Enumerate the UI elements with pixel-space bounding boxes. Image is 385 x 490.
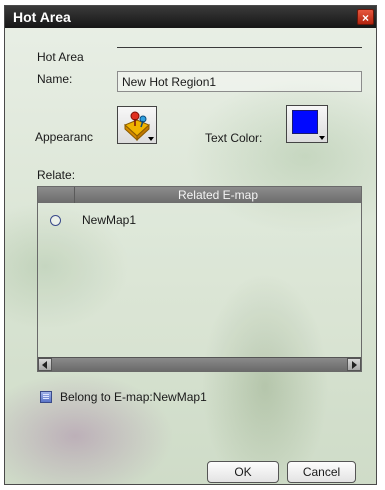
row-radio-button[interactable] — [50, 215, 61, 226]
name-input[interactable] — [117, 71, 362, 92]
scroll-left-icon[interactable] — [38, 358, 52, 371]
relate-label: Relate: — [37, 168, 76, 182]
scroll-right-icon[interactable] — [347, 358, 361, 371]
chevron-down-icon — [319, 136, 325, 140]
table-row[interactable]: NewMap1 — [38, 211, 361, 231]
row-map-name: NewMap1 — [82, 213, 137, 227]
close-button[interactable]: × — [357, 9, 374, 25]
text-color-picker-button[interactable] — [286, 105, 328, 143]
horizontal-scrollbar[interactable] — [38, 357, 361, 371]
hot-area-divider — [117, 47, 362, 48]
ok-button[interactable]: OK — [207, 461, 279, 483]
title-bar: Hot Area × — [5, 6, 376, 28]
selection-column-header — [38, 187, 75, 203]
table-header: Related E-map — [38, 187, 361, 203]
hot-area-label: Hot Area — [37, 50, 84, 64]
close-icon: × — [361, 11, 369, 25]
appearance-picker-button[interactable] — [117, 106, 157, 144]
text-color-swatch — [292, 110, 318, 134]
text-color-label: Text Color: — [205, 131, 263, 145]
name-label: Name: — [37, 72, 73, 86]
cancel-button[interactable]: Cancel — [287, 461, 356, 483]
related-emap-table: Related E-map NewMap1 — [37, 186, 362, 372]
belong-to-emap-checkbox[interactable] — [40, 391, 52, 403]
dialog-title: Hot Area — [13, 9, 71, 25]
belong-to-emap-label: Belong to E-map:NewMap1 — [60, 390, 207, 404]
hot-area-dialog: Hot Area × Hot Area Name: Appearanc Text… — [4, 5, 377, 485]
appearance-label: Appearanc — [35, 130, 94, 144]
related-emap-column-header: Related E-map — [177, 188, 259, 202]
chevron-down-icon — [148, 137, 154, 141]
